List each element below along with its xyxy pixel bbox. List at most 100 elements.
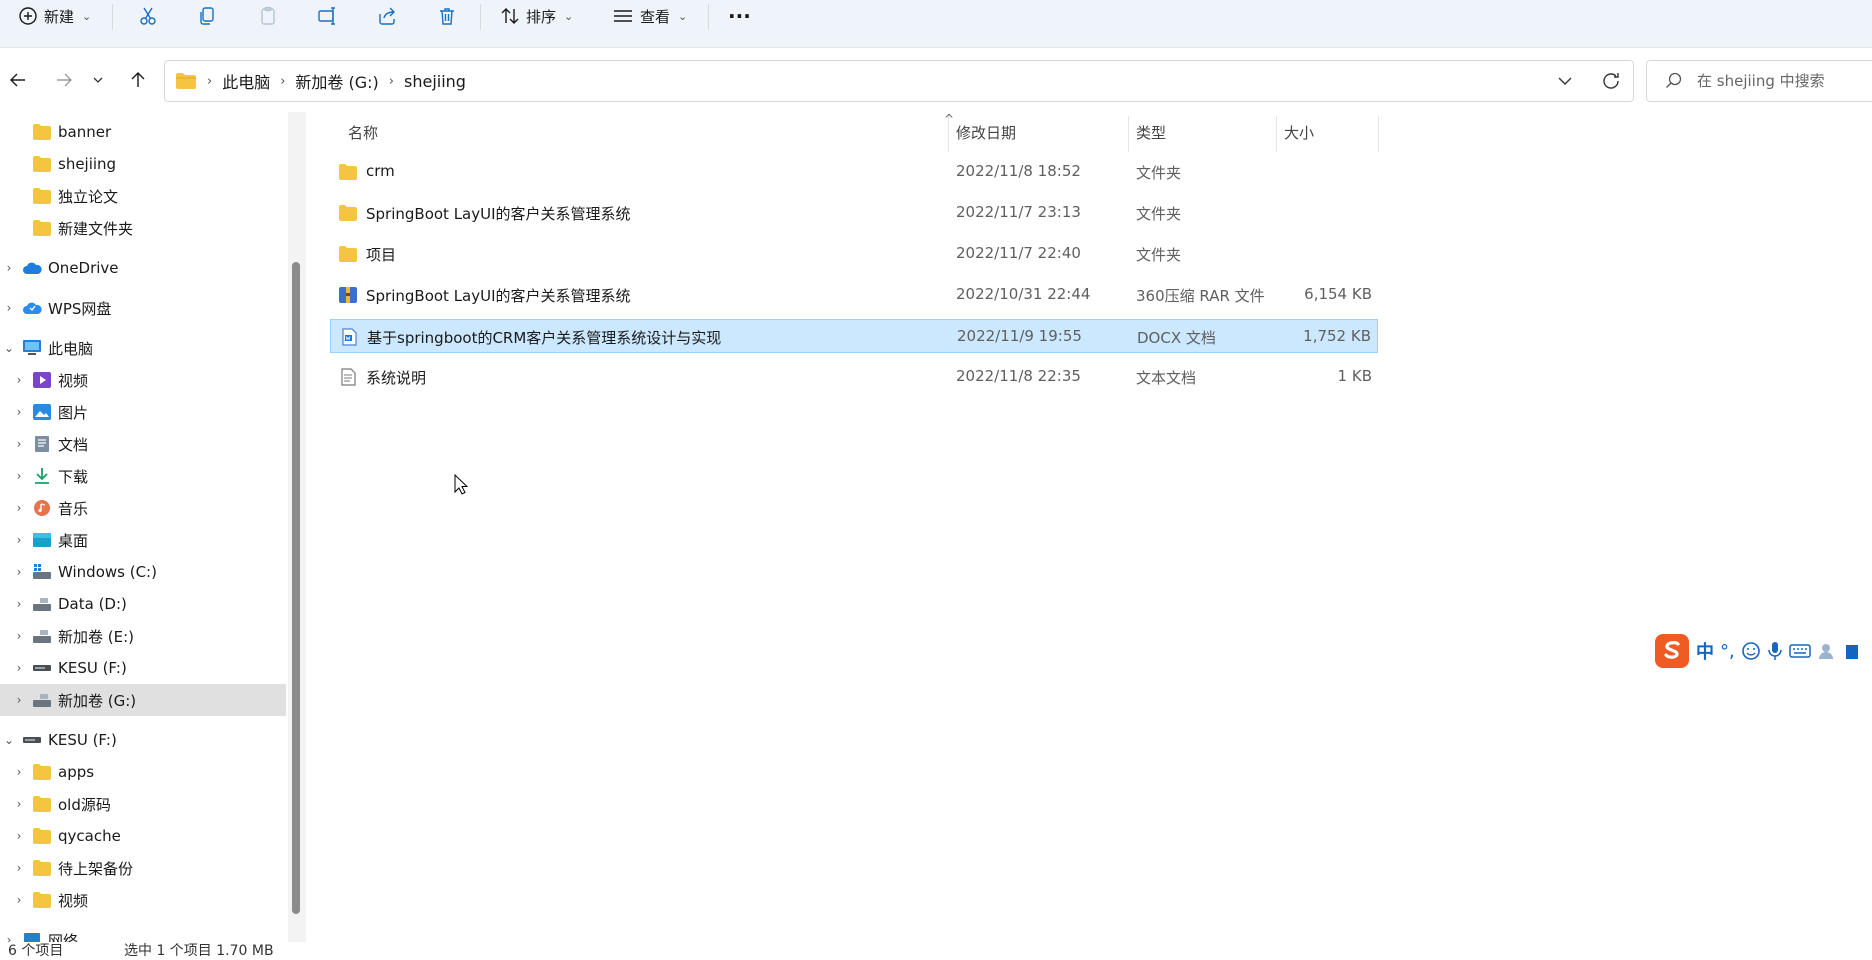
chevron-right-icon[interactable]: › xyxy=(12,597,26,611)
sidebar-scrollbar-thumb[interactable] xyxy=(292,262,300,914)
chevron-right-icon[interactable]: › xyxy=(12,373,26,387)
sidebar-item-onedrive[interactable]: › OneDrive xyxy=(0,252,286,284)
chevron-right-icon[interactable]: › xyxy=(12,797,26,811)
more-options-button[interactable]: ··· xyxy=(728,0,751,32)
refresh-button[interactable] xyxy=(1599,69,1623,97)
chevron-right-icon[interactable]: › xyxy=(12,565,26,579)
sidebar-item-label: banner xyxy=(58,123,112,141)
sidebar-item-drive-g[interactable]: › 新加卷 (G:) xyxy=(0,684,286,716)
column-divider[interactable] xyxy=(948,116,949,152)
sidebar-item-pictures[interactable]: › 图片 xyxy=(0,396,286,428)
toolbox-icon[interactable] xyxy=(1845,642,1859,660)
breadcrumb-item-drive-g[interactable]: 新加卷 (G:) xyxy=(295,69,378,93)
sidebar-item-drive-f[interactable]: › KESU (F:) xyxy=(0,652,286,684)
sidebar-item-desktop[interactable]: › 桌面 xyxy=(0,524,286,556)
videos-icon xyxy=(33,372,51,388)
hard-drive-icon xyxy=(33,630,51,643)
chevron-right-icon[interactable]: › xyxy=(12,629,26,643)
view-button[interactable]: 查看 ⌄ xyxy=(612,0,687,32)
sidebar-item-pending-backup[interactable]: › 待上架备份 xyxy=(0,852,286,884)
sidebar-item-wps-drive[interactable]: › WPS网盘 xyxy=(0,292,286,324)
delete-button[interactable] xyxy=(437,0,457,32)
sidebar-item-downloads[interactable]: › 下载 xyxy=(0,460,286,492)
breadcrumb-item-shejiing[interactable]: shejiing xyxy=(404,72,466,91)
chevron-right-icon[interactable]: › xyxy=(12,661,26,675)
sidebar-item-music[interactable]: › 音乐 xyxy=(0,492,286,524)
sidebar-item-old-source[interactable]: › old源码 xyxy=(0,788,286,820)
onedrive-cloud-icon xyxy=(23,262,42,274)
sidebar-item-thesis[interactable]: 独立论文 xyxy=(0,180,286,212)
music-icon xyxy=(34,500,50,516)
microphone-icon[interactable] xyxy=(1767,641,1783,661)
chevron-right-icon[interactable]: › xyxy=(2,261,16,275)
folder-icon xyxy=(33,860,51,876)
file-row[interactable]: 系统说明 2022/11/8 22:35 文本文档 1 KB xyxy=(330,360,1378,394)
sidebar-item-video-folder[interactable]: › 视频 xyxy=(0,884,286,916)
chevron-right-icon[interactable]: › xyxy=(12,893,26,907)
paste-button[interactable] xyxy=(258,0,278,32)
file-row[interactable]: crm 2022/11/8 18:52 文件夹 xyxy=(330,155,1378,189)
toolbar-divider xyxy=(708,4,709,30)
column-divider[interactable] xyxy=(1276,116,1277,152)
new-button[interactable]: 新建 ⌄ xyxy=(18,0,91,32)
breadcrumb-item-this-pc[interactable]: 此电脑 xyxy=(222,69,270,93)
keyboard-icon[interactable] xyxy=(1788,643,1811,659)
file-size: 1,752 KB xyxy=(1303,327,1371,345)
sidebar-item-shejiing[interactable]: shejiing xyxy=(0,148,286,180)
address-history-button[interactable] xyxy=(1553,69,1577,97)
search-input[interactable] xyxy=(1695,69,1872,93)
search-box[interactable] xyxy=(1646,60,1872,102)
chevron-right-icon[interactable]: › xyxy=(12,533,26,547)
emoji-icon[interactable] xyxy=(1741,641,1761,661)
file-row[interactable]: SpringBoot LayUI的客户关系管理系统 2022/10/31 22:… xyxy=(330,278,1378,312)
chevron-right-icon[interactable]: › xyxy=(12,861,26,875)
sidebar-item-drive-c[interactable]: › Windows (C:) xyxy=(0,556,286,588)
sidebar-item-documents[interactable]: › 文档 xyxy=(0,428,286,460)
chevron-right-icon[interactable]: › xyxy=(12,469,26,483)
sidebar-item-drive-e[interactable]: › 新加卷 (E:) xyxy=(0,620,286,652)
status-item-count: 6 个项目 xyxy=(8,943,64,959)
sidebar-item-this-pc[interactable]: ⌄ 此电脑 xyxy=(0,332,286,364)
chevron-down-icon[interactable]: ⌄ xyxy=(2,733,16,747)
chevron-right-icon[interactable]: › xyxy=(12,501,26,515)
ime-punctuation-indicator[interactable]: °, xyxy=(1720,641,1735,662)
sidebar-item-qycache[interactable]: › qycache xyxy=(0,820,286,852)
back-button[interactable] xyxy=(4,66,32,94)
chevron-right-icon[interactable]: › xyxy=(12,693,26,707)
address-bar[interactable]: › 此电脑 › 新加卷 (G:) › shejiing xyxy=(164,60,1634,102)
chevron-right-icon[interactable]: › xyxy=(2,301,16,315)
rename-button[interactable] xyxy=(317,0,339,32)
share-button[interactable] xyxy=(377,0,397,32)
sort-button[interactable]: 排序 ⌄ xyxy=(500,0,573,32)
folder-icon xyxy=(33,828,51,844)
chevron-right-icon[interactable]: › xyxy=(12,829,26,843)
column-header-name[interactable]: 名称 xyxy=(348,114,378,150)
forward-button[interactable] xyxy=(50,66,78,94)
file-row[interactable]: 项目 2022/11/7 22:40 文件夹 xyxy=(330,237,1378,271)
chevron-right-icon[interactable]: › xyxy=(12,405,26,419)
file-row[interactable]: SpringBoot LayUI的客户关系管理系统 2022/11/7 23:1… xyxy=(330,196,1378,230)
chevron-down-icon[interactable]: ⌄ xyxy=(2,341,16,355)
column-header-type[interactable]: 类型 xyxy=(1136,114,1166,150)
file-row[interactable]: 基于springboot的CRM客户关系管理系统设计与实现 2022/11/9 … xyxy=(330,319,1378,353)
column-header-size[interactable]: 大小 xyxy=(1284,114,1314,150)
up-button[interactable] xyxy=(124,66,152,94)
user-skin-icon[interactable] xyxy=(1817,642,1839,660)
sidebar-item-banner[interactable]: banner xyxy=(0,116,286,148)
sidebar-item-new-folder[interactable]: 新建文件夹 xyxy=(0,212,286,244)
ime-toolbar[interactable]: 中 °, xyxy=(1654,630,1872,672)
copy-button[interactable] xyxy=(197,0,217,32)
recent-locations-button[interactable] xyxy=(88,66,108,94)
folder-icon xyxy=(33,796,51,812)
chevron-right-icon[interactable]: › xyxy=(12,437,26,451)
cut-button[interactable] xyxy=(138,0,158,32)
ime-mode-indicator[interactable]: 中 xyxy=(1696,638,1714,664)
column-divider[interactable] xyxy=(1378,116,1379,152)
sidebar-item-videos[interactable]: › 视频 xyxy=(0,364,286,396)
sidebar-item-drive-d[interactable]: › Data (D:) xyxy=(0,588,286,620)
column-divider[interactable] xyxy=(1128,116,1129,152)
column-header-date[interactable]: 修改日期 xyxy=(956,114,1016,150)
sidebar-item-apps[interactable]: › apps xyxy=(0,756,286,788)
chevron-right-icon[interactable]: › xyxy=(12,765,26,779)
sidebar-item-kesu-f[interactable]: ⌄ KESU (F:) xyxy=(0,724,286,756)
